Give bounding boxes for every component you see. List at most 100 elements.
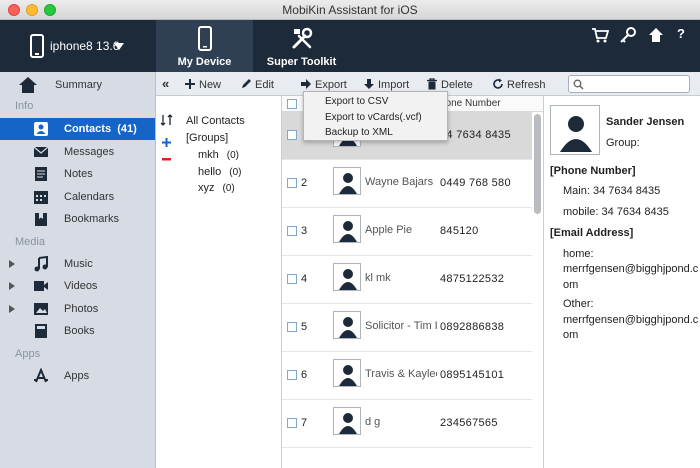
sidebar: Summary Info Contacts (41) Messages Note…	[0, 72, 156, 468]
sidebar-item-contacts[interactable]: Contacts (41)	[0, 118, 155, 140]
avatar	[333, 311, 361, 339]
sidebar-section-media: Media	[15, 236, 45, 248]
sidebar-item-photos[interactable]: Photos	[0, 298, 155, 320]
row-checkbox[interactable]	[287, 178, 297, 188]
contact-groups-panel: All Contacts [Groups] mkh (0) hello (0) xy…	[156, 96, 282, 468]
export-button[interactable]: Export	[300, 78, 347, 92]
group-item[interactable]: hello (0)	[198, 166, 241, 178]
refresh-button[interactable]: Refresh	[492, 78, 546, 92]
row-checkbox[interactable]	[287, 322, 297, 332]
sidebar-item-apps[interactable]: Apps	[0, 365, 155, 387]
window-title: MobiKin Assistant for iOS	[282, 3, 418, 17]
contact-name: Solicitor - Tim I	[365, 320, 437, 332]
row-checkbox[interactable]	[287, 226, 297, 236]
list-scrollbar[interactable]	[534, 114, 541, 214]
row-number: 5	[301, 321, 308, 333]
avatar	[333, 215, 361, 243]
help-button[interactable]: ?	[672, 26, 690, 44]
contact-details-panel: Sander Jensen Group: [Phone Number] Main…	[544, 96, 700, 468]
person-icon	[339, 221, 357, 242]
menu-item-export-csv[interactable]: Export to CSV	[325, 96, 388, 107]
contact-phone: 34 7634 8435	[440, 129, 511, 141]
arrow-down-icon	[364, 79, 374, 89]
row-checkbox[interactable]	[287, 418, 297, 428]
key-icon[interactable]	[619, 26, 637, 44]
group-all-contacts[interactable]: All Contacts	[186, 115, 245, 127]
row-checkbox[interactable]	[287, 274, 297, 284]
email-home-cont: om	[563, 279, 579, 291]
menu-item-backup-xml[interactable]: Backup to XML	[325, 127, 393, 138]
sidebar-item-books[interactable]: Books	[0, 320, 155, 342]
row-number: 4	[301, 273, 308, 285]
tab-my-device[interactable]: My Device	[156, 20, 253, 72]
import-button[interactable]: Import	[363, 78, 409, 92]
row-number: 7	[301, 417, 308, 429]
sidebar-section-info: Info	[15, 100, 34, 112]
sidebar-item-videos[interactable]: Videos	[0, 275, 155, 297]
row-checkbox[interactable]	[287, 370, 297, 380]
sidebar-item-label: Apps	[64, 370, 90, 382]
refresh-icon	[493, 78, 503, 89]
table-row[interactable]: 7 d g 234567565	[282, 400, 532, 448]
row-number: 6	[301, 369, 308, 381]
search-input[interactable]	[568, 75, 690, 93]
add-group-icon[interactable]	[162, 138, 171, 147]
sidebar-item-label: Contacts (41)	[64, 123, 137, 135]
person-icon	[339, 317, 357, 338]
sidebar-item-music[interactable]: Music	[0, 253, 155, 275]
contacts-list: hone Number 34 7634 8435 2 Wayne Bajars …	[282, 96, 544, 468]
sort-icon[interactable]	[160, 114, 174, 126]
cart-icon[interactable]	[591, 26, 609, 44]
delete-button[interactable]: Delete	[426, 78, 473, 92]
sidebar-item-label: Messages	[64, 146, 115, 158]
messages-icon	[33, 146, 49, 157]
dropdown-arrow-icon[interactable]	[114, 43, 124, 50]
group-item[interactable]: mkh (0)	[198, 149, 239, 161]
contact-phone: 234567565	[440, 417, 498, 429]
sidebar-item-messages[interactable]: Messages	[0, 141, 155, 163]
contact-name: kl mk	[365, 272, 391, 284]
table-row[interactable]: 2 Wayne Bajars 0449 768 580	[282, 160, 532, 208]
sidebar-item-label: Calendars	[64, 191, 115, 203]
table-row[interactable]: 4 kl mk 4875122532	[282, 256, 532, 304]
trash-icon	[427, 78, 437, 90]
table-row[interactable]: 5 Solicitor - Tim I 0892886838	[282, 304, 532, 352]
expand-arrow-icon[interactable]	[9, 282, 15, 290]
avatar	[333, 407, 361, 435]
edit-button[interactable]: Edit	[240, 78, 274, 92]
pencil-icon	[242, 79, 251, 88]
expand-arrow-icon[interactable]	[9, 305, 15, 313]
sidebar-item-label: Bookmarks	[64, 213, 120, 225]
home-icon[interactable]	[647, 26, 665, 44]
expand-arrow-icon[interactable]	[9, 260, 15, 268]
new-button[interactable]: New	[184, 78, 221, 92]
video-icon	[34, 281, 48, 291]
tools-icon	[292, 27, 313, 49]
sidebar-item-summary[interactable]: Summary	[0, 74, 155, 96]
books-icon	[35, 324, 47, 338]
title-bar: MobiKin Assistant for iOS	[0, 0, 700, 20]
sidebar-item-notes[interactable]: Notes	[0, 163, 155, 185]
contact-detail-group: Group:	[606, 137, 640, 149]
sidebar-item-label: Music	[64, 258, 93, 270]
avatar	[333, 263, 361, 291]
phone-number-column-header[interactable]: hone Number	[440, 98, 501, 109]
collapse-sidebar-button[interactable]: «	[162, 76, 169, 91]
sidebar-item-label: Books	[64, 325, 95, 337]
row-checkbox[interactable]	[287, 130, 297, 140]
apps-icon	[34, 368, 48, 383]
tab-super-toolkit[interactable]: Super Toolkit	[253, 20, 350, 72]
remove-group-icon[interactable]	[162, 158, 171, 162]
person-icon	[339, 365, 357, 386]
select-all-checkbox[interactable]	[287, 99, 297, 109]
sidebar-item-bookmarks[interactable]: Bookmarks	[0, 208, 155, 230]
table-row[interactable]: 6 Travis & Kaylee 0895145101	[282, 352, 532, 400]
table-row[interactable]: 3 Apple Pie 845120	[282, 208, 532, 256]
sidebar-item-label: Videos	[64, 280, 98, 292]
avatar	[333, 167, 361, 195]
tab-label: My Device	[177, 56, 232, 68]
menu-item-export-vcard[interactable]: Export to vCards(.vcf)	[325, 112, 422, 123]
sidebar-item-calendars[interactable]: Calendars	[0, 186, 155, 208]
group-item[interactable]: xyz (0)	[198, 182, 235, 194]
phone-icon	[198, 26, 212, 51]
